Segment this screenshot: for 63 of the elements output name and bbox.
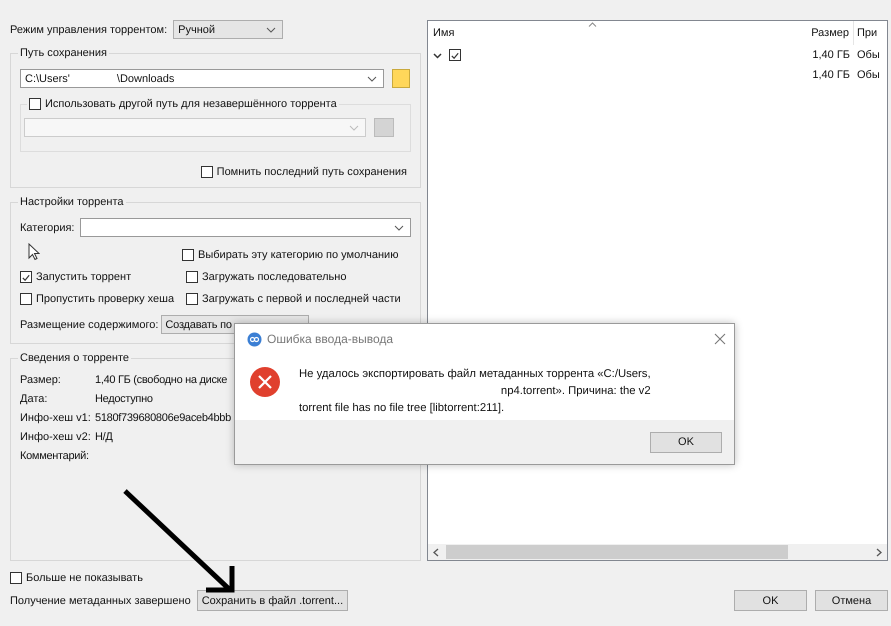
save-torrent-button[interactable]: Сохранить в файл .torrent... (196, 590, 348, 611)
priority-cell-text: Обы (856, 49, 881, 61)
close-icon[interactable] (714, 333, 726, 345)
checkbox-label: Использовать другой путь для незавершённого торрента (45, 98, 337, 110)
field-label: Режим управления торрентом: (10, 24, 168, 36)
dialog-button[interactable]: OK (734, 590, 807, 611)
caret-icon (266, 27, 276, 33)
info-value: Н/Д (95, 431, 113, 445)
info-label: Дата: (20, 393, 48, 407)
checkbox[interactable] (20, 271, 32, 283)
checkbox-label: Запустить торрент (36, 271, 132, 283)
group-title: Сведения о торренте (19, 352, 130, 364)
group-title: Путь сохранения (19, 47, 108, 59)
checkbox[interactable] (186, 271, 198, 283)
path-dropdown[interactable]: C:\Users' \Downloads (20, 69, 384, 88)
info-label: Размер: (20, 374, 62, 388)
checkbox[interactable] (182, 249, 194, 261)
checkbox[interactable] (29, 98, 41, 110)
priority-cell-text: Обы (856, 69, 881, 81)
horizontal-scrollbar[interactable] (428, 544, 887, 560)
checkbox-label: Выбирать эту категорию по умолчанию (198, 249, 398, 261)
error-message: Не удалось экспортировать файл метаданных торрента «C:/Users, (299, 367, 651, 382)
info-value: 1,40 ГБ (свободно на диске (95, 374, 228, 388)
chevron-icon[interactable] (433, 50, 442, 60)
info-label: Инфо-хеш v1: (20, 412, 92, 426)
size-cell-text: 1,40 ГБ (811, 68, 851, 83)
column-header[interactable]: При (854, 27, 887, 39)
checkbox-label: Больше не показывать (26, 572, 143, 584)
ok-button[interactable]: OK (650, 432, 722, 452)
error-icon (249, 366, 281, 398)
dialog-title: Ошибка ввода-вывода (267, 332, 394, 346)
mode-dropdown[interactable]: Ручной (173, 20, 284, 39)
field-label: Размещение содержимого: (20, 318, 158, 330)
group-title: Настройки торрента (19, 196, 124, 208)
checkbox[interactable] (200, 166, 213, 178)
caret-icon (394, 225, 404, 231)
scroll-left-icon[interactable] (432, 548, 440, 556)
error-message: torrent file has no file tree [libtorrent:211]. (299, 401, 506, 416)
column-header[interactable]: Имя (428, 27, 793, 39)
checkbox-label: Загружать последовательно (202, 271, 346, 283)
error-message: np4.torrent». Причина: the v2 (500, 384, 651, 399)
info-value: Недоступно (95, 393, 153, 407)
info-value: 5180f739680806e9aceb4bbb (95, 412, 231, 426)
info-label: Инфо-хеш v2: (20, 431, 92, 445)
checkbox-label: Загружать с первой и последней части (202, 293, 401, 305)
checkbox[interactable] (20, 293, 32, 305)
caret-icon (349, 125, 359, 131)
column-header[interactable]: Размер (793, 21, 854, 45)
info-label: Комментарий: (20, 450, 90, 464)
checkbox-label: Пропустить проверку хеша (36, 293, 174, 305)
size-cell-text: 1,40 ГБ (811, 48, 851, 63)
field-label: Категория: (20, 222, 74, 234)
scroll-right-icon[interactable] (875, 548, 883, 556)
checkbox[interactable] (186, 293, 198, 305)
caret-icon (367, 76, 377, 82)
checkbox[interactable] (10, 572, 22, 584)
checkbox[interactable] (449, 49, 461, 61)
category-dropdown[interactable] (80, 218, 411, 237)
dialog-button[interactable]: Отмена (815, 590, 888, 611)
app-icon (247, 332, 262, 346)
cursor-icon (28, 243, 40, 261)
status-text: Получение метаданных завершено (10, 594, 191, 606)
checkbox-label: Помнить последний путь сохранения (216, 166, 407, 178)
